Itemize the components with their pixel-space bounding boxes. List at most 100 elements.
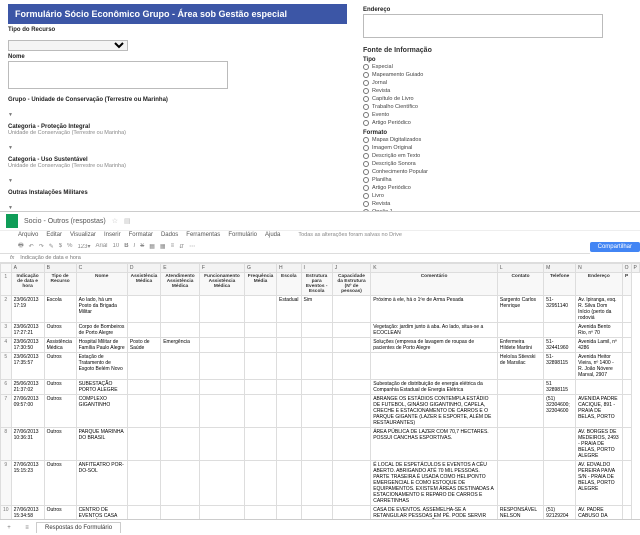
table-row[interactable]: 727/06/2013 09:57:00OutrosCOMPLEXO GIGAN… (1, 395, 640, 428)
menu-ferramentas[interactable]: Ferramentas (186, 232, 220, 238)
option-conhecimento-popular[interactable]: Conhecimento Popular (363, 168, 632, 176)
cell[interactable] (161, 380, 200, 395)
option-mapeamento-guiado[interactable]: Mapeamento Guiado (363, 71, 632, 79)
table-row[interactable]: 223/06/2013 17:19EscolaAo lado, há um Po… (1, 296, 640, 323)
cell[interactable] (161, 461, 200, 506)
header-cell[interactable]: Escola (277, 273, 301, 296)
cell[interactable] (332, 323, 370, 338)
col-N[interactable]: N (576, 264, 623, 273)
cell[interactable] (497, 380, 543, 395)
cell[interactable]: Outros (44, 323, 76, 338)
option-descrição-sonora[interactable]: Descrição Sonora (363, 160, 632, 168)
cell[interactable]: Avenida Lamil, nº 4286 (576, 338, 623, 353)
cell[interactable] (127, 395, 160, 428)
col-L[interactable]: L (497, 264, 543, 273)
cell[interactable]: 23/06/2013 17:30:50 (11, 338, 44, 353)
cell[interactable] (199, 461, 244, 506)
cell[interactable] (127, 353, 160, 380)
chevron-down-icon[interactable]: ▼ (8, 178, 13, 184)
cell[interactable]: Outros (44, 428, 76, 461)
add-sheet-button[interactable]: + (0, 525, 18, 531)
cell[interactable] (127, 428, 160, 461)
header-cell[interactable]: Nome (76, 273, 127, 296)
cell[interactable] (245, 506, 277, 520)
cell[interactable]: Sargento Carlos Henrique (497, 296, 543, 323)
cell[interactable] (622, 338, 631, 353)
cell[interactable]: 27/06/2013 10:36:31 (11, 428, 44, 461)
cell[interactable] (245, 353, 277, 380)
cell[interactable]: Avenida Heitor Vieira, nº 1400 - R. João… (576, 353, 623, 380)
cell[interactable] (544, 428, 576, 461)
cell[interactable]: Outros (44, 353, 76, 380)
cell[interactable]: 23/06/2013 17:19 (11, 296, 44, 323)
menu-dados[interactable]: Dados (161, 232, 178, 238)
option-evento[interactable]: Evento (363, 111, 632, 119)
cell[interactable]: RESPONSÁVEL NELSON BATISTA (497, 506, 543, 520)
cell[interactable]: (51) 32304600; 32304600 (544, 395, 576, 428)
table-row[interactable]: 323/06/2013 17:27:21OutrosCorpo de Bombe… (1, 323, 640, 338)
menu-formulário[interactable]: Formulário (228, 232, 257, 238)
cell[interactable] (332, 428, 370, 461)
header-cell[interactable]: Endereço (576, 273, 623, 296)
cell[interactable] (127, 380, 160, 395)
col-M[interactable]: M (544, 264, 576, 273)
cell[interactable] (127, 323, 160, 338)
cell[interactable]: CENTRO DE EVENTOS CASA DO GAÚCHO (76, 506, 127, 520)
table-row[interactable]: 423/06/2013 17:30:50Assistência MédicaHo… (1, 338, 640, 353)
cell[interactable]: 51-32441960 (544, 338, 576, 353)
cell[interactable] (497, 461, 543, 506)
table-row[interactable]: 927/06/2013 15:15:23OutrosANFITEATRO POR… (1, 461, 640, 506)
cell[interactable]: Assistência Médica (44, 338, 76, 353)
col-E[interactable]: E (161, 264, 200, 273)
cell[interactable] (277, 506, 301, 520)
option-imagem-original[interactable]: Imagem Original (363, 144, 632, 152)
grid[interactable]: ABCDEFGHIJKLMNOP 1Indicação de data e ho… (0, 263, 640, 519)
cell[interactable] (199, 323, 244, 338)
option-trabalho-científico[interactable]: Trabalho Científico (363, 103, 632, 111)
cell[interactable]: Sim (301, 296, 332, 323)
cell[interactable]: AVENIDA PADRE CACIQUE, 891 - PRAIA DE BE… (576, 395, 623, 428)
menu-editar[interactable]: Editar (46, 232, 62, 238)
cell[interactable]: Posto de Saúde (127, 338, 160, 353)
cell[interactable]: 23/06/2013 17:35:57 (11, 353, 44, 380)
input-nome[interactable] (8, 61, 228, 89)
cell[interactable] (544, 461, 576, 506)
cell[interactable] (544, 323, 576, 338)
cell[interactable]: Emergência (161, 338, 200, 353)
all-sheets-button[interactable]: ≡ (18, 525, 36, 531)
cell[interactable]: Estação de Tratamento de Esgoto Belém No… (76, 353, 127, 380)
chevron-down-icon[interactable]: ▼ (8, 112, 13, 118)
table-row[interactable]: 625/06/2013 21:37:02OutrosSUBESTAÇÃO POR… (1, 380, 640, 395)
header-cell[interactable]: Telefone (544, 273, 576, 296)
cell[interactable] (301, 395, 332, 428)
paint-icon[interactable]: ✎ (49, 243, 54, 250)
share-button[interactable]: Compartilhar (590, 242, 640, 252)
cell[interactable] (245, 428, 277, 461)
cell[interactable] (332, 380, 370, 395)
cell[interactable]: 51 32898115 (544, 380, 576, 395)
undo-icon[interactable]: ↶ (29, 243, 34, 250)
cell[interactable] (245, 461, 277, 506)
cell[interactable] (245, 380, 277, 395)
option-capítulo-de-livro[interactable]: Capítulo de Livro (363, 95, 632, 103)
cell[interactable] (371, 353, 498, 380)
fx-content[interactable]: Indicação de data e hora (20, 255, 81, 261)
chevron-down-icon[interactable]: ▼ (8, 205, 13, 211)
cell[interactable] (161, 353, 200, 380)
table-row[interactable]: 1027/06/2013 15:34:58OutrosCENTRO DE EVE… (1, 506, 640, 520)
option-especial[interactable]: Especial (363, 63, 632, 71)
cell[interactable] (127, 461, 160, 506)
header-cell[interactable]: Atendimento Assistência Médica (161, 273, 200, 296)
redo-icon[interactable]: ↷ (39, 243, 44, 250)
option-opção-1[interactable]: Opção 1 (363, 208, 632, 211)
cell[interactable] (332, 338, 370, 353)
option-jornal[interactable]: Jornal (363, 79, 632, 87)
cell[interactable]: ANFITEATRO POR-DO-SOL (76, 461, 127, 506)
cell[interactable]: ABRANGE OS ESTÁDIOS CONTEMPLA ESTÁDIO DE… (371, 395, 498, 428)
cell[interactable] (277, 338, 301, 353)
option-livro[interactable]: Livro (363, 192, 632, 200)
menu-arquivo[interactable]: Arquivo (18, 232, 38, 238)
cell[interactable]: Avenida Bento Rio, nº 70 (576, 323, 623, 338)
col-D[interactable]: D (127, 264, 160, 273)
cell[interactable] (199, 506, 244, 520)
